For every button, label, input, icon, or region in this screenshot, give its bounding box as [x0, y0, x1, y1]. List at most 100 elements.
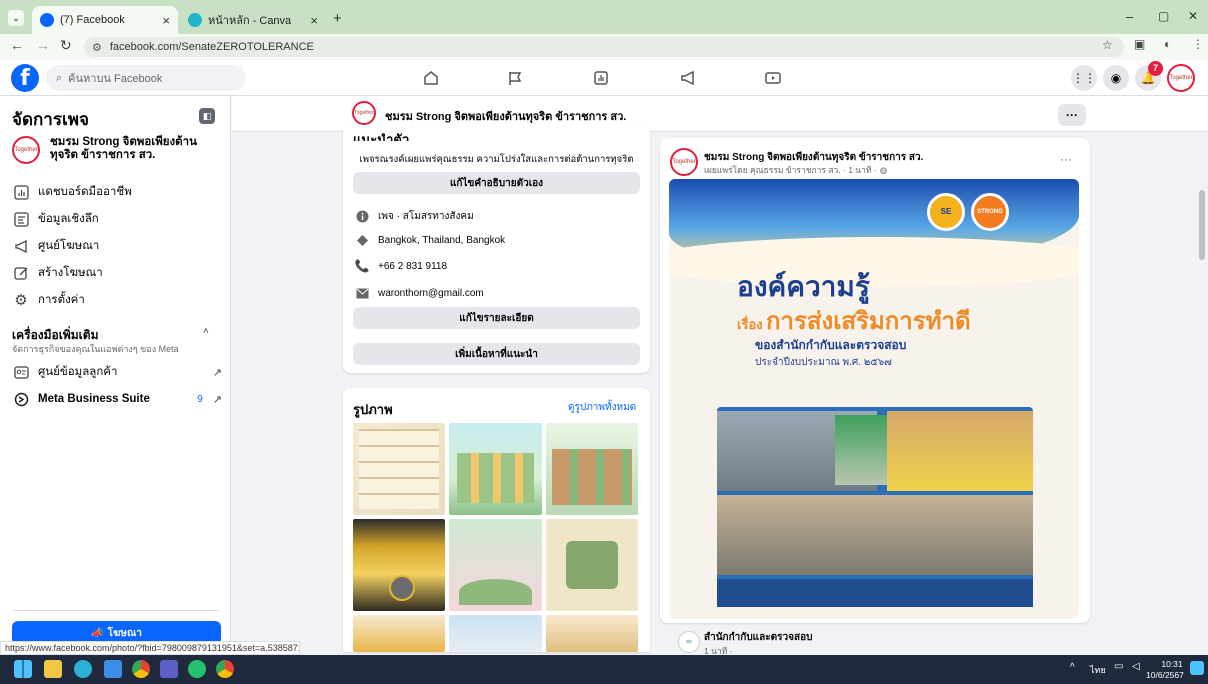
post-author-avatar[interactable]: Together: [670, 148, 698, 176]
messenger-icon[interactable]: ◉: [1103, 65, 1129, 91]
notification-center-icon[interactable]: [1190, 661, 1204, 675]
link-status-bar: https://www.facebook.com/photo/?fbid=798…: [0, 641, 300, 655]
chevron-up-icon[interactable]: ˄: [203, 326, 209, 337]
home-icon[interactable]: [418, 66, 444, 90]
strong-logo: STRONG: [971, 193, 1009, 231]
chrome-profile-icon[interactable]: [216, 660, 234, 678]
teams-icon[interactable]: [160, 660, 178, 678]
site-info-icon[interactable]: ⚙: [92, 41, 102, 54]
photo-thumbnail[interactable]: [353, 423, 445, 515]
new-tab-button[interactable]: +: [333, 10, 342, 27]
extensions-icon[interactable]: ▣: [1134, 37, 1145, 51]
volume-icon[interactable]: ◁: [1132, 661, 1140, 672]
flag-icon[interactable]: [502, 66, 528, 90]
dashboard-nav-icon[interactable]: [588, 66, 614, 90]
sidebar-item-label: ข้อมูลเชิงลึก: [38, 213, 99, 225]
edit-icon: [12, 264, 30, 282]
location-icon: [355, 233, 369, 247]
edit-bio-button[interactable]: แก้ไขคำอธิบายตัวเอง: [353, 172, 640, 194]
globe-icon: ◍: [879, 164, 888, 175]
sidebar-item-accounts-center[interactable]: ศูนย์ข้อมูลลูกค้า ↗: [12, 360, 222, 384]
tab-canva[interactable]: หน้าหลัก - Canva ×: [180, 6, 326, 34]
page-more-button[interactable]: ···: [1058, 104, 1086, 126]
see-all-photos-link[interactable]: ดูรูปภาพทั้งหมด: [568, 400, 636, 415]
edge-icon[interactable]: [74, 660, 92, 678]
edit-details-button[interactable]: แก้ไขรายละเอียด: [353, 307, 640, 329]
post-image[interactable]: SE STRONG องค์ความรู้ เรื่อง การส่งเสริม…: [669, 179, 1079, 619]
page-avatar-button[interactable]: Together: [1167, 64, 1195, 92]
back-arrow-icon[interactable]: ←: [10, 37, 24, 53]
video-icon[interactable]: [760, 66, 786, 90]
close-window-button[interactable]: ✕: [1188, 9, 1198, 23]
app-icon[interactable]: [188, 660, 206, 678]
maximize-button[interactable]: ▢: [1158, 9, 1169, 23]
megaphone-icon: [12, 237, 30, 255]
next-post-author[interactable]: สำนักกำกับและตรวจสอบ: [704, 630, 812, 645]
photo-thumbnail[interactable]: [546, 519, 638, 611]
collage-photo: [835, 415, 895, 485]
photo-collage: [717, 407, 1033, 607]
megaphone-nav-icon[interactable]: [675, 66, 701, 90]
clock-date[interactable]: 10/6/2567: [1146, 670, 1184, 680]
post-image-subtitle: เรื่อง การส่งเสริมการทำดี: [737, 308, 971, 335]
photo-thumbnail[interactable]: [353, 615, 445, 652]
photo-thumbnail[interactable]: [546, 423, 638, 515]
windows-taskbar: [0, 655, 1208, 684]
photo-thumbnail[interactable]: [546, 615, 638, 652]
sidebar-item-label: แดชบอร์ดมืออาชีพ: [38, 186, 132, 198]
close-tab-icon[interactable]: ×: [162, 13, 170, 28]
sidebar-item-create-ad[interactable]: สร้างโฆษณา: [12, 261, 222, 285]
browser-menu-icon[interactable]: ⋮: [1192, 37, 1204, 51]
chrome-icon[interactable]: [132, 660, 150, 678]
photo-thumbnail[interactable]: [449, 423, 542, 515]
phone-icon: 📞: [354, 259, 370, 273]
windows-start-icon[interactable]: [14, 660, 32, 678]
megaphone-icon: 📣: [91, 627, 104, 639]
photo-thumbnail[interactable]: [449, 615, 542, 652]
reload-icon[interactable]: ↻: [60, 37, 72, 54]
add-featured-button[interactable]: เพิ่มเนื้อหาที่แนะนำ: [353, 343, 640, 365]
next-post-avatar[interactable]: ∞: [678, 631, 700, 653]
network-icon[interactable]: ▭: [1114, 661, 1123, 672]
external-link-icon: ↗: [212, 366, 222, 379]
menu-grid-icon[interactable]: ⋮⋮: [1071, 65, 1097, 91]
tray-chevron-icon[interactable]: ^: [1070, 662, 1075, 673]
minimize-button[interactable]: –: [1126, 9, 1133, 24]
page-avatar: Together: [12, 136, 40, 164]
facebook-logo[interactable]: f: [11, 64, 39, 92]
collage-photo: [887, 411, 1033, 491]
clock-time[interactable]: 10:31: [1153, 659, 1191, 669]
intro-detail-category: เพจ · สโมสรทางสังคม: [355, 207, 474, 225]
tab-search-button[interactable]: ⌄: [8, 10, 24, 26]
forward-arrow-icon[interactable]: →: [36, 37, 50, 53]
input-language[interactable]: ไทย: [1090, 663, 1106, 677]
tab-facebook[interactable]: (7) Facebook ×: [32, 6, 178, 34]
sidebar-item-dashboard[interactable]: แดชบอร์ดมืออาชีพ: [12, 180, 222, 204]
close-tab-icon[interactable]: ×: [310, 13, 318, 28]
notification-badge: 7: [1148, 61, 1163, 76]
facebook-search-input[interactable]: ⌕ ค้นหาบน Facebook: [46, 65, 246, 91]
intro-title: แนะนำตัว: [353, 132, 410, 141]
intro-detail-email: waronthorn@gmail.com: [355, 284, 484, 302]
sidebar-item-insights[interactable]: ข้อมูลเชิงลึก: [12, 207, 222, 231]
profile-icon[interactable]: ◐: [1164, 37, 1171, 51]
url-field[interactable]: ⚙ facebook.com/SenateZEROTOLERANCE: [84, 37, 1124, 57]
photo-thumbnail[interactable]: [449, 519, 542, 611]
sidebar-title: จัดการเพจ: [12, 110, 89, 129]
file-explorer-icon[interactable]: [44, 660, 62, 678]
bookmark-star-icon[interactable]: ☆: [1102, 38, 1113, 52]
photo-thumbnail[interactable]: [353, 519, 445, 611]
canva-favicon-icon: [188, 13, 202, 27]
collapse-sidebar-icon[interactable]: ◧: [199, 108, 215, 124]
notepad-icon[interactable]: [104, 660, 122, 678]
more-tools-subtitle: จัดการธุรกิจของคุณในแอพต่างๆ ของ Meta: [12, 344, 179, 354]
sidebar-page-name[interactable]: ชมรม Strong จิตพอเพียงต้านทุจริต ข้าราชก…: [50, 136, 220, 162]
sidebar-item-ad-center[interactable]: ศูนย์โฆษณา: [12, 234, 222, 258]
photos-title: รูปภาพ: [353, 402, 393, 417]
post-more-button[interactable]: ···: [1060, 152, 1072, 166]
sidebar-item-settings[interactable]: ⚙ การตั้งค่า: [12, 288, 222, 312]
notification-count-badge: 9: [197, 393, 203, 405]
page-scrollbar[interactable]: [1199, 190, 1205, 260]
tab-title: หน้าหลัก - Canva: [208, 15, 292, 27]
sidebar-item-meta-business-suite[interactable]: Meta Business Suite 9 ↗: [12, 387, 222, 411]
